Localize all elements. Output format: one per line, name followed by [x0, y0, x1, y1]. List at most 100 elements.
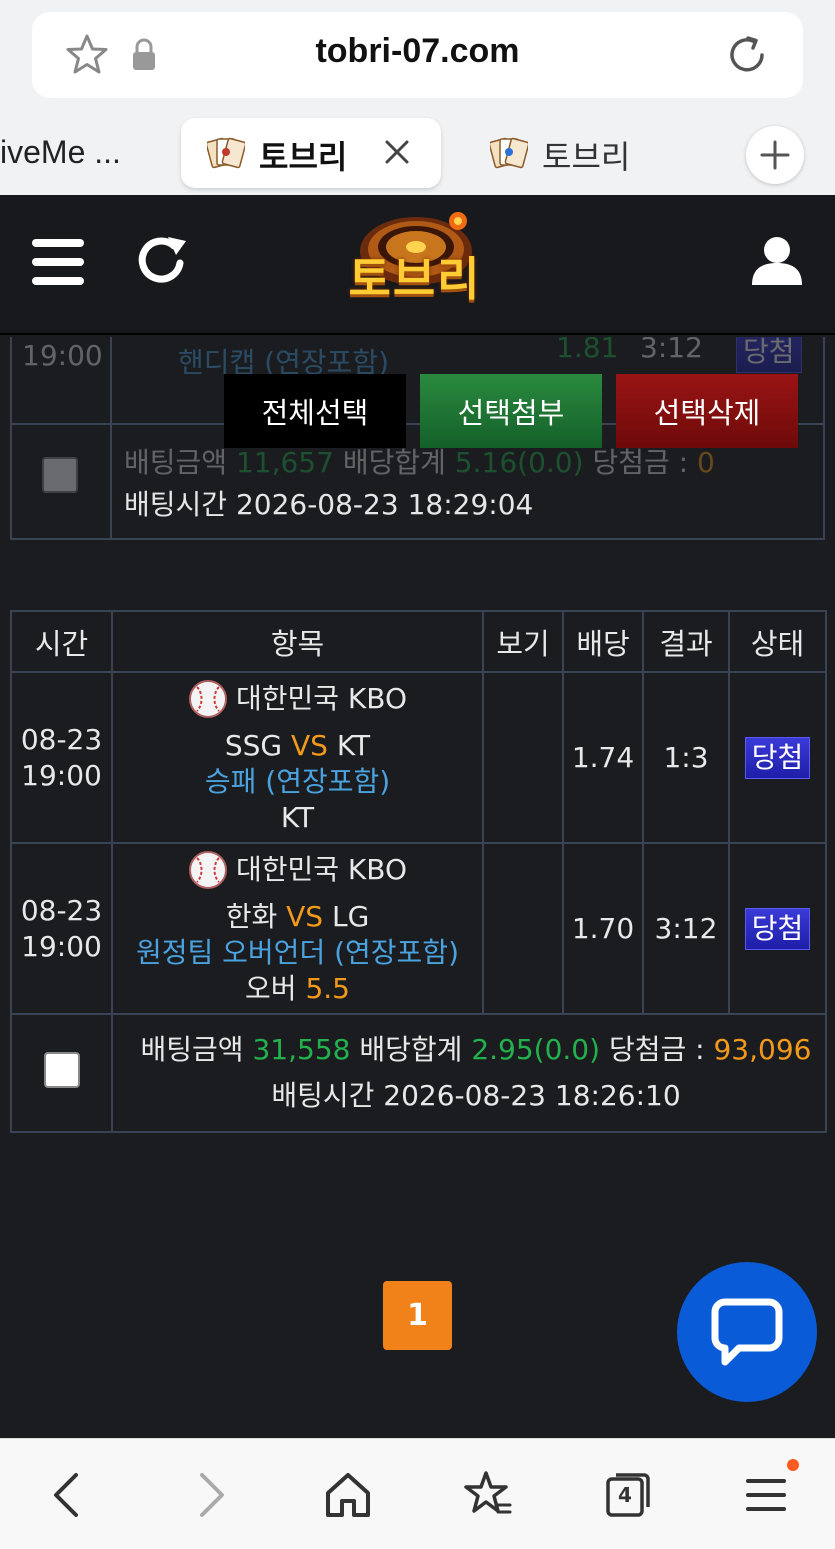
odds-cell: 1.74: [562, 671, 644, 844]
slip-select-checkbox[interactable]: [43, 1051, 80, 1088]
back-icon[interactable]: [40, 1467, 96, 1523]
vs-label: VS: [291, 729, 328, 762]
home-team: SSG: [224, 729, 283, 762]
item-cell: 대한민국 KBO 한화 VS LG 원정팀 오버언더 (연장포함) 오버 5.5: [111, 842, 484, 1015]
tab-label: 토브리: [542, 138, 631, 176]
home-icon[interactable]: [320, 1467, 376, 1523]
league-line: 대한민국 KBO: [188, 850, 407, 890]
item-cell: 대한민국 KBO SSG VS KT 승패 (연장포함) KT: [111, 671, 484, 844]
header-odds: 배당: [562, 610, 644, 673]
select-all-button[interactable]: 전체선택: [224, 374, 406, 448]
chat-button[interactable]: [677, 1262, 817, 1402]
view-cell: [482, 842, 564, 1015]
divider: [110, 337, 112, 540]
time-cell: 08-23 19:00: [10, 671, 113, 844]
matchup: SSG VS KT: [113, 728, 482, 764]
home-team: 한화: [225, 900, 278, 933]
matchup: 한화 VS LG: [113, 899, 482, 935]
odds-text: 1.81: [556, 337, 619, 364]
tab-count: 4: [618, 1483, 632, 1507]
header-view: 보기: [482, 610, 564, 673]
delete-selected-button[interactable]: 선택삭제: [616, 374, 798, 448]
attach-selected-button[interactable]: 선택첨부: [420, 374, 602, 448]
result-cell: 3:12: [642, 842, 730, 1015]
pick-text: 오버: [245, 972, 297, 1005]
user-icon[interactable]: [750, 235, 804, 287]
cards-favicon-icon: [490, 137, 528, 169]
match-time: 19:00: [21, 929, 102, 963]
summary-line: 배팅금액 31,558 배당합계 2.95(0.0) 당첨금 : 93,096: [127, 1027, 825, 1073]
forward-icon[interactable]: [182, 1467, 238, 1523]
logo-text: 토브리: [348, 252, 482, 306]
table-row: 08-23 19:00 대한민국 KBO SSG VS KT 승패 (연장포함)…: [10, 671, 827, 844]
league-name: 대한민국 KBO: [235, 853, 408, 886]
pick-line: KT: [113, 800, 482, 836]
header-item: 항목: [111, 610, 484, 673]
bet-time-text: 배팅시간 2026-08-23 18:26:10: [271, 1079, 681, 1112]
status-badge: 당첨: [744, 736, 811, 779]
bet-slip-table: 시간 항목 보기 배당 결과 상태 08-23 19:00 대한민국 KBO S…: [10, 610, 827, 1133]
new-tab-button[interactable]: [746, 126, 804, 184]
away-team: LG: [331, 900, 370, 933]
slip-summary: 배팅금액 31,558 배당합계 2.95(0.0) 당첨금 : 93,096 …: [111, 1013, 827, 1133]
previous-bet-slip: 19:00 핸디캡 (연장포함) 1.81 3:12 당첨 배팅금액 11,65…: [10, 337, 825, 540]
tabs-button[interactable]: 4: [600, 1467, 656, 1523]
away-team: KT: [336, 729, 371, 762]
header-result: 결과: [642, 610, 730, 673]
site-logo[interactable]: 토브리: [340, 207, 490, 319]
status-cell: 당첨: [728, 842, 827, 1015]
match-date: 08-23: [20, 893, 103, 927]
refresh-icon[interactable]: [134, 233, 190, 289]
tab-tobri-active[interactable]: 토브리: [181, 118, 441, 188]
amount-label: 배팅금액: [140, 1033, 244, 1066]
vs-label: VS: [286, 900, 324, 933]
plus-icon: [760, 140, 790, 170]
status-cell: 당첨: [728, 671, 827, 844]
header-status: 상태: [728, 610, 827, 673]
pick-text: KT: [280, 801, 315, 834]
header-time: 시간: [10, 610, 113, 673]
win-value: 93,096: [713, 1033, 812, 1066]
league-name: 대한민국 KBO: [235, 682, 408, 715]
result-text: 3:12: [640, 337, 703, 364]
menu-icon[interactable]: [32, 237, 84, 287]
close-tab-icon[interactable]: [381, 136, 413, 168]
address-bar[interactable]: tobri-07.com: [32, 12, 803, 98]
baseball-icon: [188, 851, 227, 889]
total-odds-value: 2.95(0.0): [471, 1033, 601, 1066]
chat-bubble-icon: [711, 1298, 783, 1366]
win-value: 0: [696, 446, 715, 479]
total-label: 배당합계: [359, 1033, 463, 1066]
slip-summary-row: 배팅금액 31,558 배당합계 2.95(0.0) 당첨금 : 93,096 …: [10, 1013, 827, 1133]
bookmarks-icon[interactable]: [460, 1467, 516, 1523]
reload-icon[interactable]: [722, 30, 772, 80]
market-name: 원정팀 오버언더 (연장포함): [135, 936, 459, 969]
tab-label: 토브리: [259, 138, 348, 176]
bet-history-content: 19:00 핸디캡 (연장포함) 1.81 3:12 당첨 배팅금액 11,65…: [0, 337, 835, 1422]
checkbox-cell: [10, 1013, 113, 1133]
amount-label: 배팅금액: [124, 446, 228, 479]
notification-dot: [787, 1459, 799, 1471]
table-row: 08-23 19:00 대한민국 KBO 한화 VS LG 원정팀 오버언더 (…: [10, 842, 827, 1015]
tab-tobri-2[interactable]: 토브리: [490, 132, 690, 176]
slip-select-checkbox[interactable]: [42, 457, 78, 493]
win-label: 당첨금 :: [608, 1033, 705, 1066]
status-badge: 당첨: [736, 337, 802, 373]
view-cell: [482, 671, 564, 844]
page-1-button[interactable]: 1: [383, 1281, 452, 1350]
amount-value: 11,657: [235, 446, 334, 479]
tab-liveme[interactable]: iveMe ...: [0, 134, 121, 171]
total-odds-value: 5.16(0.0): [454, 446, 584, 479]
pick-value: 5.5: [305, 972, 350, 1005]
league-line: 대한민국 KBO: [188, 679, 407, 719]
status-badge: 당첨: [744, 907, 811, 950]
browser-toolbar: tobri-07.com iveMe ... 토브리 토브리: [0, 0, 835, 195]
time-cell: 08-23 19:00: [10, 842, 113, 1015]
tab-strip: iveMe ... 토브리 토브리: [0, 118, 835, 194]
menu-icon[interactable]: [738, 1467, 794, 1523]
win-label: 당첨금 :: [592, 446, 689, 479]
amount-value: 31,558: [252, 1033, 351, 1066]
table-header-row: 시간 항목 보기 배당 결과 상태: [10, 610, 827, 673]
match-date: 08-23: [20, 722, 103, 756]
url-text[interactable]: tobri-07.com: [32, 32, 803, 71]
